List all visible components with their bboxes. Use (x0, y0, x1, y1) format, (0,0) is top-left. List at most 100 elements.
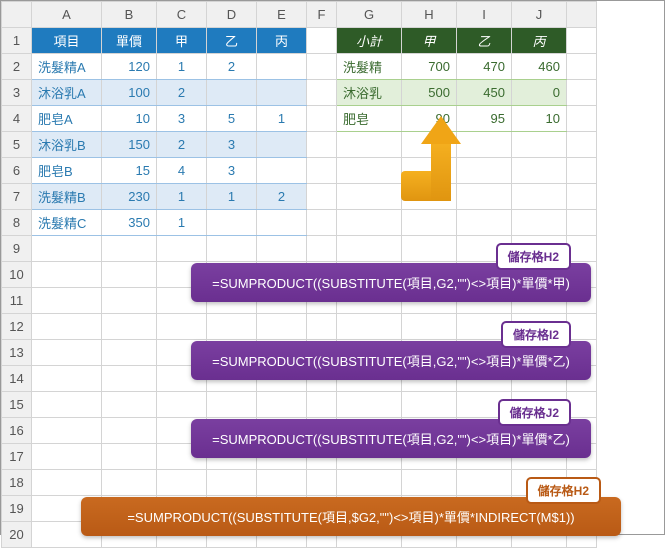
cell[interactable] (457, 470, 512, 496)
cell[interactable] (307, 158, 337, 184)
cell[interactable] (32, 470, 102, 496)
cell[interactable] (337, 158, 402, 184)
cell[interactable] (402, 392, 457, 418)
cell[interactable] (307, 314, 337, 340)
cell[interactable] (102, 340, 157, 366)
cell[interactable] (257, 392, 307, 418)
col-header[interactable]: H (402, 2, 457, 28)
row-header[interactable]: 6 (2, 158, 32, 184)
cell[interactable] (102, 262, 157, 288)
cell[interactable] (512, 210, 567, 236)
cell[interactable]: 3 (207, 158, 257, 184)
cell[interactable]: 470 (457, 54, 512, 80)
cell[interactable]: 甲 (402, 28, 457, 54)
cell[interactable]: 2 (257, 184, 307, 210)
col-header[interactable]: D (207, 2, 257, 28)
cell[interactable] (567, 80, 597, 106)
cell[interactable] (207, 80, 257, 106)
cell[interactable] (257, 80, 307, 106)
cell[interactable]: 2 (157, 132, 207, 158)
cell[interactable] (32, 236, 102, 262)
cell[interactable]: 甲 (157, 28, 207, 54)
cell[interactable] (307, 184, 337, 210)
cell[interactable] (567, 236, 597, 262)
row-header[interactable]: 1 (2, 28, 32, 54)
row-header[interactable]: 13 (2, 340, 32, 366)
cell[interactable] (32, 288, 102, 314)
cell[interactable] (567, 184, 597, 210)
col-header[interactable]: E (257, 2, 307, 28)
cell[interactable]: 沐浴乳B (32, 132, 102, 158)
cell[interactable] (307, 80, 337, 106)
cell[interactable]: 1 (207, 184, 257, 210)
cell[interactable] (567, 106, 597, 132)
cell[interactable]: 2 (207, 54, 257, 80)
cell[interactable] (307, 236, 337, 262)
row-header[interactable]: 7 (2, 184, 32, 210)
cell[interactable] (512, 158, 567, 184)
cell[interactable] (307, 28, 337, 54)
cell[interactable]: 單價 (102, 28, 157, 54)
cell[interactable] (307, 132, 337, 158)
cell[interactable]: 項目 (32, 28, 102, 54)
row-header[interactable]: 19 (2, 496, 32, 522)
cell[interactable] (32, 340, 102, 366)
cell[interactable] (257, 314, 307, 340)
row-header[interactable]: 5 (2, 132, 32, 158)
col-header[interactable]: A (32, 2, 102, 28)
cell[interactable] (257, 210, 307, 236)
col-header[interactable]: B (102, 2, 157, 28)
cell[interactable] (567, 28, 597, 54)
cell[interactable] (207, 236, 257, 262)
cell[interactable]: 丙 (257, 28, 307, 54)
cell[interactable]: 乙 (207, 28, 257, 54)
cell[interactable] (157, 392, 207, 418)
cell[interactable]: 10 (102, 106, 157, 132)
cell[interactable] (102, 392, 157, 418)
cell[interactable]: 沐浴乳 (337, 80, 402, 106)
cell[interactable] (157, 236, 207, 262)
cell[interactable] (32, 392, 102, 418)
cell[interactable]: 丙 (512, 28, 567, 54)
cell[interactable] (337, 314, 402, 340)
row-header[interactable]: 11 (2, 288, 32, 314)
row-header[interactable]: 10 (2, 262, 32, 288)
row-header[interactable]: 9 (2, 236, 32, 262)
cell[interactable] (102, 288, 157, 314)
cell[interactable]: 450 (457, 80, 512, 106)
cell[interactable] (257, 158, 307, 184)
cell[interactable] (337, 210, 402, 236)
cell[interactable] (102, 470, 157, 496)
cell[interactable] (402, 236, 457, 262)
cell[interactable]: 1 (157, 210, 207, 236)
cell[interactable] (32, 314, 102, 340)
cell[interactable]: 洗髮精C (32, 210, 102, 236)
cell[interactable] (457, 210, 512, 236)
cell[interactable] (307, 210, 337, 236)
cell[interactable]: 沐浴乳A (32, 80, 102, 106)
cell[interactable] (512, 132, 567, 158)
cell[interactable]: 10 (512, 106, 567, 132)
cell[interactable]: 1 (157, 184, 207, 210)
row-header[interactable]: 3 (2, 80, 32, 106)
cell[interactable]: 乙 (457, 28, 512, 54)
cell[interactable]: 肥皂A (32, 106, 102, 132)
cell[interactable]: 700 (402, 54, 457, 80)
cell[interactable]: 120 (102, 54, 157, 80)
cell[interactable] (337, 392, 402, 418)
cell[interactable]: 5 (207, 106, 257, 132)
cell[interactable] (402, 314, 457, 340)
row-header[interactable]: 14 (2, 366, 32, 392)
row-header[interactable]: 12 (2, 314, 32, 340)
cell[interactable]: 460 (512, 54, 567, 80)
cell[interactable] (102, 444, 157, 470)
cell[interactable] (102, 236, 157, 262)
cell[interactable]: 150 (102, 132, 157, 158)
row-header[interactable]: 16 (2, 418, 32, 444)
row-header[interactable]: 17 (2, 444, 32, 470)
cell[interactable] (337, 236, 402, 262)
cell[interactable] (157, 470, 207, 496)
cell[interactable] (257, 470, 307, 496)
col-header[interactable]: C (157, 2, 207, 28)
row-header[interactable]: 2 (2, 54, 32, 80)
